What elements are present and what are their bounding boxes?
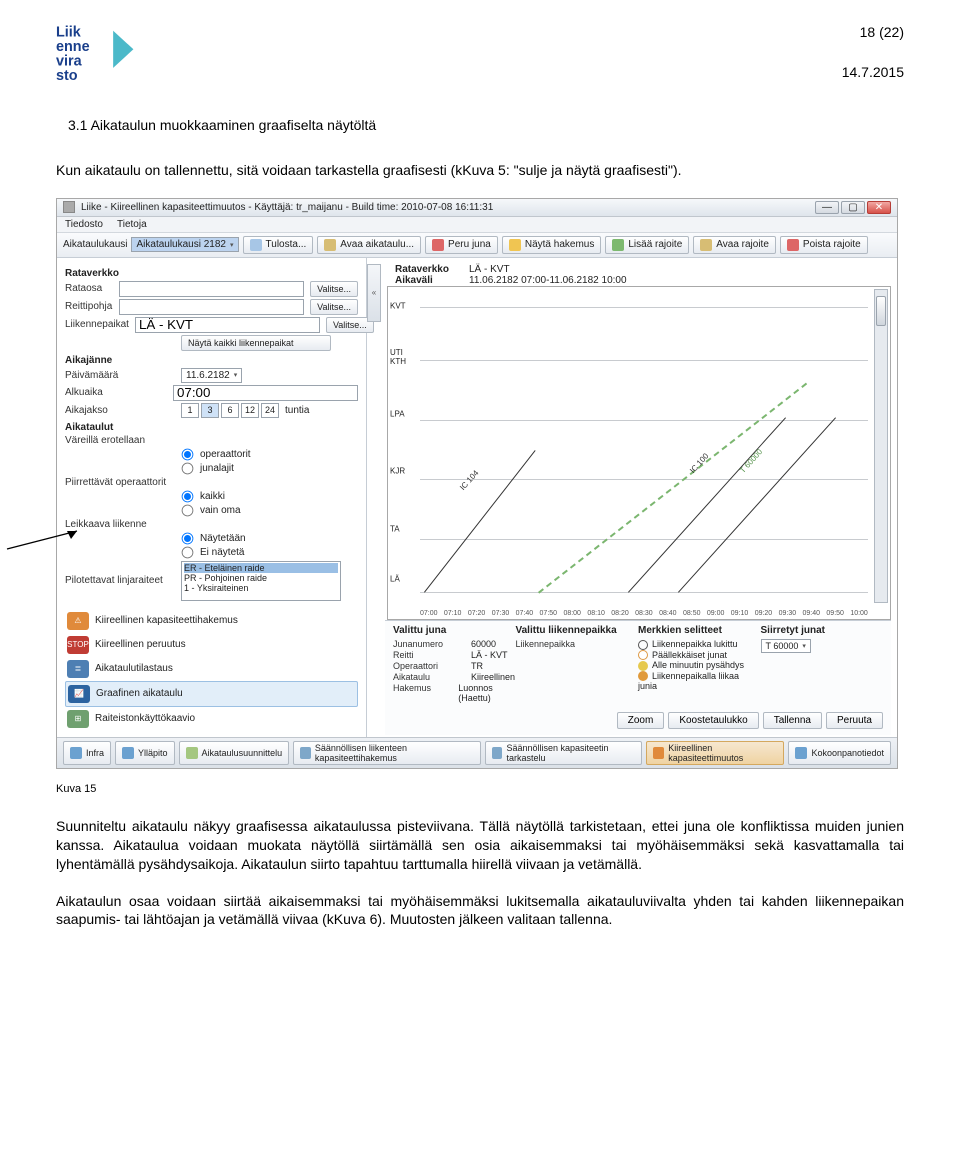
show-all-stops-button[interactable]: Näytä kaikki liikennepaikat	[181, 335, 331, 351]
nav-graafinen-aikataulu[interactable]: 📈 Graafinen aikataulu	[65, 681, 358, 707]
body-paragraph-3: Aikataulun osaa voidaan siirtää aikaisem…	[56, 892, 904, 930]
tab-kiireellinen-muutos[interactable]: Kiireellinen kapasiteettimuutos	[646, 741, 784, 765]
vareilla-operaattorit-radio[interactable]	[182, 449, 194, 461]
intro-paragraph: Kun aikataulu on tallennettu, sitä voida…	[56, 161, 904, 180]
rataosa-input[interactable]	[119, 281, 304, 297]
aikajanne-title: Aikajänne	[65, 355, 358, 366]
cancel-train-button[interactable]: Peru juna	[425, 236, 498, 254]
reittipohja-input[interactable]	[119, 299, 304, 315]
timetable-chart[interactable]: KVT UTI KTH LPA KJR TA LÄ	[387, 286, 891, 620]
season-dropdown[interactable]: Aikataulukausi 2182▾	[131, 237, 238, 252]
rataverkko-title: Rataverkko	[65, 268, 358, 279]
page-number: 18 (22)	[842, 24, 904, 40]
section-heading: 3.1 Aikataulun muokkaaminen graafiselta …	[68, 117, 904, 133]
paivamaara-input[interactable]: 11.6.2182▾	[181, 368, 242, 383]
linjaraiteet-listbox[interactable]: ER - Eteläinen raide PR - Pohjoinen raid…	[181, 561, 341, 601]
tab-yllapito[interactable]: Ylläpito	[115, 741, 175, 765]
aikajakso-unit: tuntia	[285, 405, 309, 416]
alkuaika-label: Alkuaika	[65, 387, 167, 398]
alkuaika-input[interactable]	[173, 385, 358, 401]
svg-text:sto: sto	[56, 68, 78, 84]
merkkien-title: Merkkien selitteet	[638, 625, 761, 636]
body-paragraph-2: Suunniteltu aikataulu näkyy graafisessa …	[56, 817, 904, 874]
piirrettavat-oma-radio[interactable]	[182, 505, 194, 517]
figure-caption: Kuva 15	[56, 783, 904, 795]
koostetaulukko-button[interactable]: Koostetaulukko	[668, 712, 758, 729]
piirrettavat-kaikki-radio[interactable]	[182, 491, 194, 503]
vareilla-label: Väreillä erotellaan	[65, 435, 175, 446]
open-schedule-button[interactable]: Avaa aikataulu...	[317, 236, 421, 254]
siirretyt-dropdown[interactable]: T 60000▾	[761, 639, 811, 653]
close-button[interactable]: ✕	[867, 201, 891, 214]
aikataulut-title: Aikataulut	[65, 422, 358, 433]
station-axis: KVT UTI KTH LPA KJR TA LÄ	[390, 287, 418, 605]
tab-aikataulusuunnittelu[interactable]: Aikataulusuunnittelu	[179, 741, 290, 765]
leikkaava-einayteta-radio[interactable]	[182, 547, 194, 559]
season-label: Aikataulukausi	[63, 239, 127, 250]
open-constraint-button[interactable]: Avaa rajoite	[693, 236, 776, 254]
leikkaava-label: Leikkaava liikenne	[65, 519, 175, 530]
reittipohja-label: Reittipohja	[65, 301, 113, 312]
liikennepaikat-input[interactable]	[135, 317, 320, 333]
aikajakso-segmented[interactable]: 1 3 6 12 24	[181, 403, 279, 418]
pilotettavat-label: Pilotettavat linjaraiteet	[65, 575, 175, 586]
valittu-lp-title: Valittu liikennepaikka	[516, 625, 639, 636]
tab-saannollinen-hakemus[interactable]: Säännöllisen liikenteen kapasiteettihake…	[293, 741, 481, 765]
piirrettavat-label: Piirrettävät operaattorit	[65, 477, 175, 488]
tab-infra[interactable]: Infra	[63, 741, 111, 765]
window-icon	[63, 201, 75, 213]
rataosa-label: Rataosa	[65, 283, 113, 294]
vareilla-junalajit-radio[interactable]	[182, 463, 194, 475]
add-constraint-button[interactable]: Lisää rajoite	[605, 236, 689, 254]
zoom-button[interactable]: Zoom	[617, 712, 665, 729]
remove-constraint-button[interactable]: Poista rajoite	[780, 236, 868, 254]
aikajakso-label: Aikajakso	[65, 405, 175, 416]
tallenna-button[interactable]: Tallenna	[763, 712, 822, 729]
menu-file[interactable]: Tiedosto	[65, 219, 103, 230]
nav-kiireellinen-hakemus[interactable]: ⚠ Kiireellinen kapasiteettihakemus	[65, 609, 358, 633]
siirretyt-title: Siirretyt junat	[761, 625, 884, 636]
paivamaara-label: Päivämäärä	[65, 370, 175, 381]
maximize-button[interactable]: ▢	[841, 201, 865, 214]
tab-saannollinen-tarkastelu[interactable]: Säännöllisen kapasiteetin tarkastelu	[485, 741, 643, 765]
nav-raiteistonkaytto[interactable]: ⊞ Raiteistonkäyttökaavio	[65, 707, 358, 731]
valittu-juna-title: Valittu juna	[393, 625, 516, 636]
rataosa-select-button[interactable]: Valitse...	[310, 281, 358, 297]
print-button[interactable]: Tulosta...	[243, 236, 314, 254]
brand-logo: Liik enne vira sto	[56, 24, 146, 89]
peruuta-button[interactable]: Peruuta	[826, 712, 883, 729]
nav-aikataulutilastaus[interactable]: ≣ Aikataulutilastaus	[65, 657, 358, 681]
minimize-button[interactable]: —	[815, 201, 839, 214]
time-axis: 07:0007:10 07:2007:30 07:4007:50 08:0008…	[420, 610, 868, 617]
tab-kokoonpanotiedot[interactable]: Kokoonpanotiedot	[788, 741, 891, 765]
nav-kiireellinen-peruutus[interactable]: STOP Kiireellinen peruutus	[65, 633, 358, 657]
collapse-handle[interactable]: «	[367, 264, 381, 322]
window-title: Liike - Kiireellinen kapasiteettimuutos …	[81, 202, 493, 213]
menu-about[interactable]: Tietoja	[117, 219, 147, 230]
app-window: Liike - Kiireellinen kapasiteettimuutos …	[56, 198, 898, 769]
chart-vscroll[interactable]	[874, 289, 888, 603]
leikkaava-naytetaan-radio[interactable]	[182, 533, 194, 545]
liikennepaikat-label: Liikennepaikat	[65, 319, 129, 330]
show-application-button[interactable]: Näytä hakemus	[502, 236, 601, 254]
header-date: 14.7.2015	[842, 64, 904, 80]
reittipohja-select-button[interactable]: Valitse...	[310, 299, 358, 315]
